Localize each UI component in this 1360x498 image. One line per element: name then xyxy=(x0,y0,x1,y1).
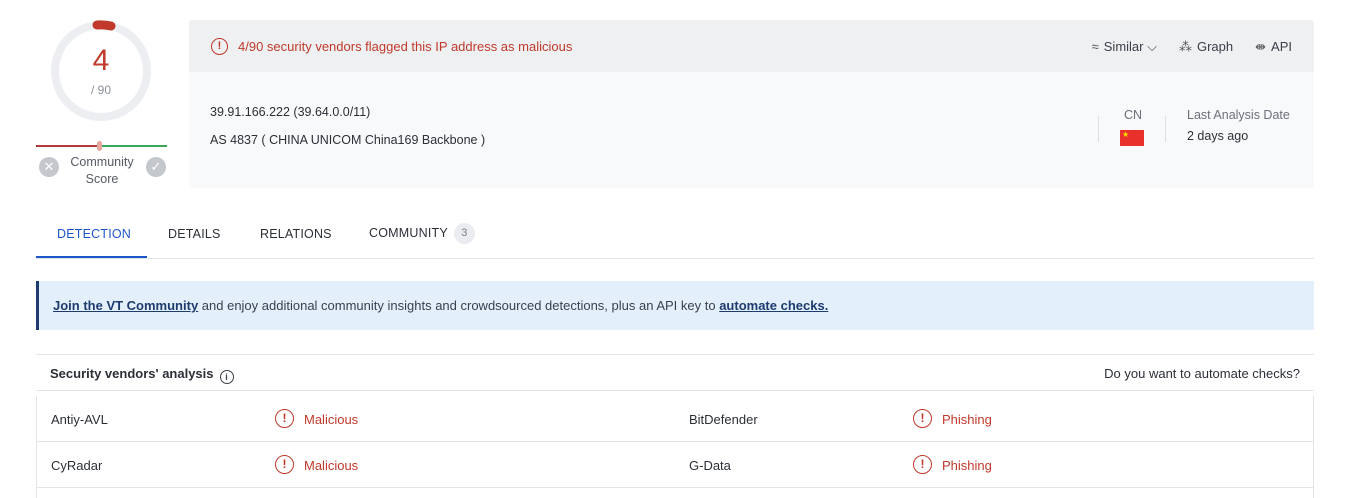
community-score-label: Community Score xyxy=(70,155,134,186)
tab-details[interactable]: DETAILS xyxy=(168,227,221,241)
last-analysis-label: Last Analysis Date xyxy=(1187,108,1290,122)
community-positive-bar xyxy=(100,145,167,147)
asn-info[interactable]: AS 4837 ( CHINA UNICOM China169 Backbone… xyxy=(210,133,485,147)
malicious-icon: ! xyxy=(275,455,294,474)
graph-button[interactable]: ⁂ Graph xyxy=(1179,39,1233,55)
tab-bar: DETECTION DETAILS RELATIONS COMMUNITY 3 xyxy=(36,212,1314,259)
similar-button[interactable]: ≈ Similar ⌵ xyxy=(1092,39,1157,55)
vendor-result: Phishing xyxy=(942,458,992,473)
active-tab-indicator xyxy=(36,256,147,258)
api-icon: ⇼ xyxy=(1255,39,1267,54)
automate-checks-link[interactable]: automate checks. xyxy=(719,298,828,313)
vendors-title: Security vendors' analysis i xyxy=(50,366,234,384)
tab-relations[interactable]: RELATIONS xyxy=(260,227,332,241)
vendors-table: Antiy-AVL ! Malicious BitDefender ! Phis… xyxy=(36,396,1314,498)
vote-harmful-icon[interactable]: ✕ xyxy=(39,157,59,177)
vendor-name: BitDefender xyxy=(689,412,758,427)
tab-community[interactable]: COMMUNITY 3 xyxy=(369,223,475,244)
last-analysis-value: 2 days ago xyxy=(1187,129,1249,143)
api-button[interactable]: ⇼ API xyxy=(1255,39,1292,55)
vendor-result: Phishing xyxy=(942,412,992,427)
detection-total: / 90 xyxy=(90,83,111,97)
malicious-icon: ! xyxy=(275,409,294,428)
vendor-name: CyRadar xyxy=(51,458,103,473)
ip-address[interactable]: 39.91.166.222 (39.64.0.0/11) xyxy=(210,105,370,119)
phishing-icon: ! xyxy=(913,455,932,474)
community-score-marker xyxy=(97,141,102,151)
vendor-name: G-Data xyxy=(689,458,731,473)
table-row: Antiy-AVL ! Malicious BitDefender ! Phis… xyxy=(37,396,1313,442)
vote-harmless-icon[interactable]: ✓ xyxy=(146,157,166,177)
country-code: CN xyxy=(1124,108,1143,122)
vendor-result: Malicious xyxy=(304,412,359,427)
china-flag-icon: ★ xyxy=(1120,130,1144,146)
vendors-header: Security vendors' analysis i Do you want … xyxy=(36,354,1314,391)
info-icon[interactable]: i xyxy=(219,370,234,384)
detection-count: 4 xyxy=(92,44,110,77)
vendor-result: Malicious xyxy=(304,458,359,473)
community-banner: Join the VT Community and enjoy addition… xyxy=(36,281,1314,330)
alert-bar: ! 4/90 security vendors flagged this IP … xyxy=(189,20,1314,72)
join-community-link[interactable]: Join the VT Community xyxy=(53,298,198,313)
action-links: ≈ Similar ⌵ ⁂ Graph ⇼ API xyxy=(1092,39,1292,55)
automate-checks-prompt[interactable]: Do you want to automate checks? xyxy=(1104,366,1300,381)
community-count-badge: 3 xyxy=(453,223,475,244)
table-row xyxy=(37,488,1313,498)
divider xyxy=(1098,116,1099,142)
ip-summary-card: ! 4/90 security vendors flagged this IP … xyxy=(189,20,1314,188)
banner-text: Join the VT Community and enjoy addition… xyxy=(53,298,829,313)
similar-icon: ≈ xyxy=(1091,39,1099,54)
divider xyxy=(1165,116,1166,142)
detection-score-gauge: 4 / 90 xyxy=(48,18,154,124)
graph-icon: ⁂ xyxy=(1178,39,1192,54)
table-row: CyRadar ! Malicious G-Data ! Phishing xyxy=(37,442,1313,488)
alert-text: 4/90 security vendors flagged this IP ad… xyxy=(238,39,573,54)
tab-community-label: COMMUNITY xyxy=(369,225,448,240)
alert-icon: ! xyxy=(211,38,228,55)
vendor-name: Antiy-AVL xyxy=(51,412,108,427)
tab-detection[interactable]: DETECTION xyxy=(57,227,131,241)
community-score: ✕ Community Score ✓ xyxy=(36,141,168,186)
phishing-icon: ! xyxy=(913,409,932,428)
chevron-down-icon: ⌵ xyxy=(1147,39,1157,54)
community-negative-bar xyxy=(36,145,100,147)
